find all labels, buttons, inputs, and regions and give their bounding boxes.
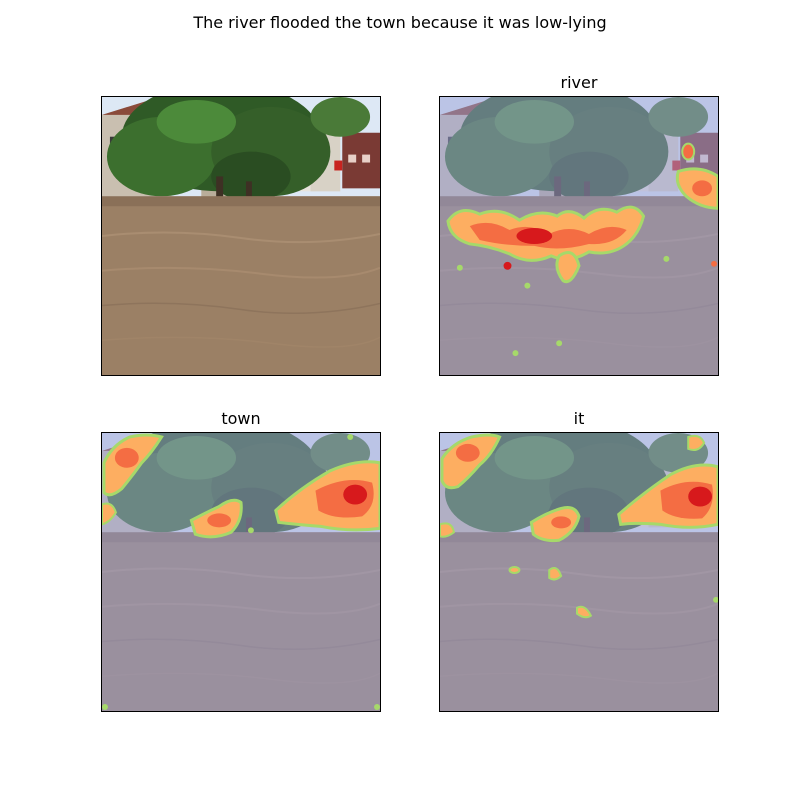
panel-title-it: it (573, 409, 585, 428)
river-heatmap-panel (439, 96, 719, 376)
flood-photo (102, 97, 380, 375)
original-image-panel (101, 96, 381, 376)
panel-title-river: river (560, 73, 598, 92)
figure-title: The river flooded the town because it wa… (193, 13, 607, 32)
town-heatmap-panel (101, 432, 381, 712)
panel-title-town: town (221, 409, 261, 428)
river-attention-map (440, 97, 718, 375)
it-attention-map (440, 433, 718, 711)
town-attention-map (102, 433, 380, 711)
it-heatmap-panel (439, 432, 719, 712)
